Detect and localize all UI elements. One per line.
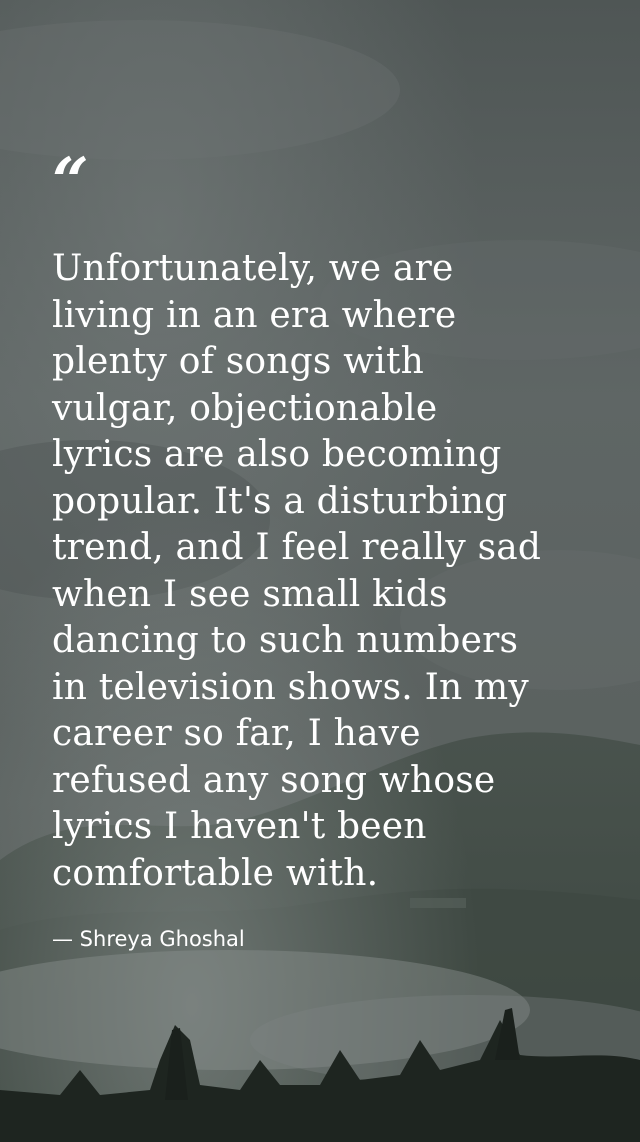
quote-text: Unfortunately, we are living in an era w…: [52, 248, 542, 894]
quote-author: — Shreya Ghoshal: [52, 927, 245, 951]
quote-mark-icon: “: [52, 144, 89, 219]
